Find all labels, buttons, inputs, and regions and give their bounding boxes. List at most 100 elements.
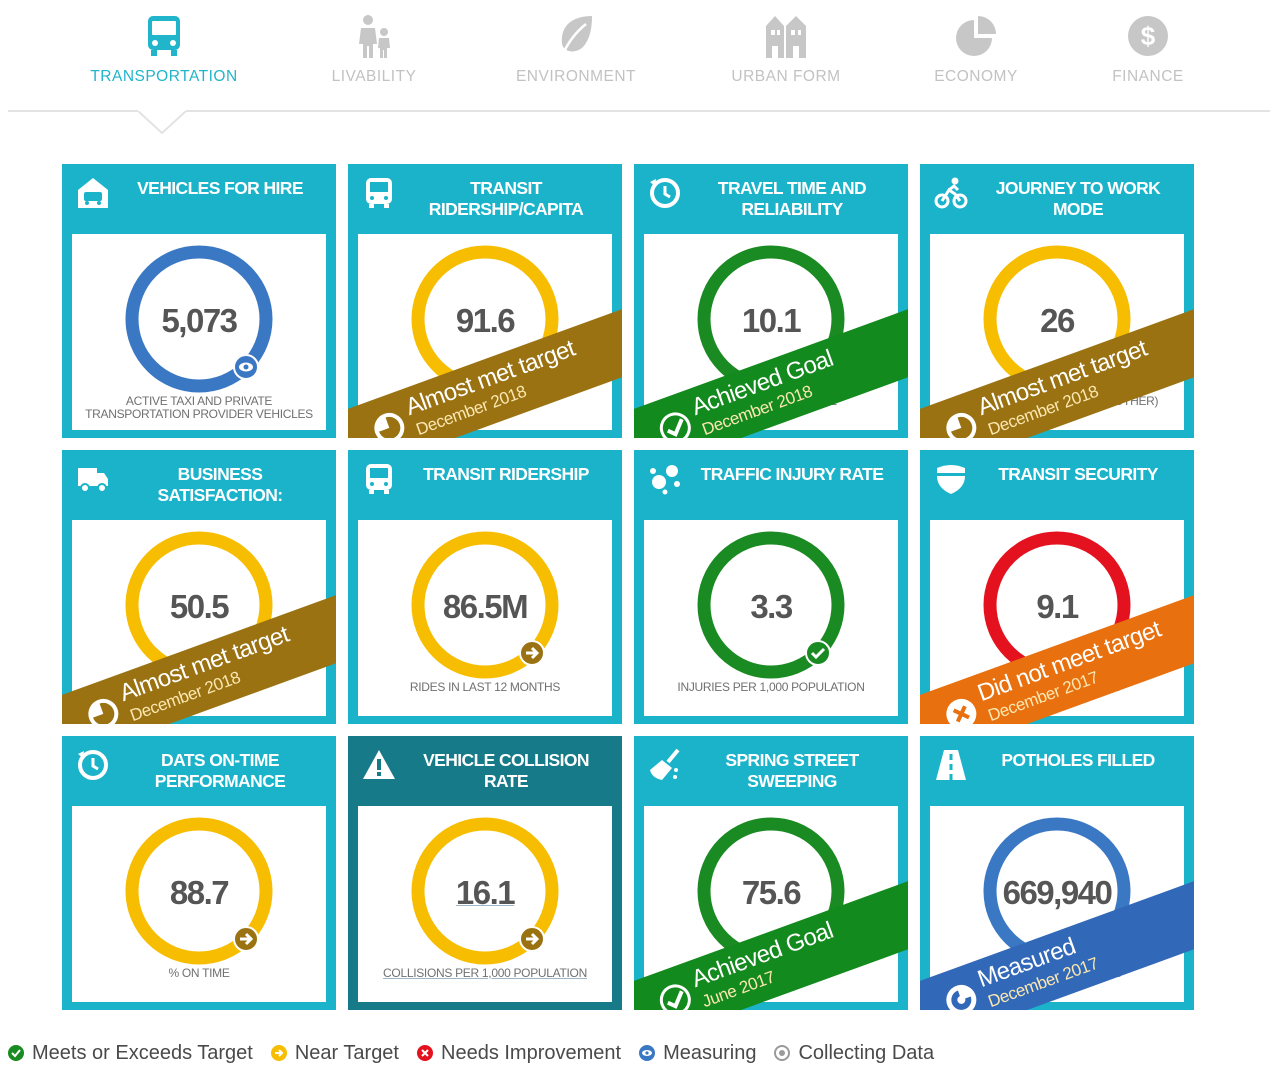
measuring-eye-icon — [233, 354, 259, 380]
meets-target-check-icon — [805, 640, 831, 666]
near-target-icon — [88, 698, 119, 724]
check-circle-icon — [659, 984, 691, 1010]
nav-divider — [8, 110, 1270, 112]
legend-item-needs-improvement: Needs Improvement — [417, 1042, 621, 1065]
kpi-card-vehicle-collision[interactable]: VEHICLE COLLISION RATE 16.1 COLLISIONS P… — [348, 736, 622, 1010]
leaf-icon — [560, 16, 592, 57]
clock-icon — [78, 750, 108, 780]
tab-urban-form[interactable]: URBAN FORM — [686, 12, 886, 86]
taxi-icon — [78, 178, 108, 208]
tab-transportation[interactable]: TRANSPORTATION — [64, 12, 264, 86]
kpi-caption: INJURIES PER 1,000 POPULATION — [677, 680, 865, 694]
card-title: VEHICLES FOR HIRE — [137, 178, 303, 198]
card-header: TRAFFIC INJURY RATE — [634, 450, 908, 520]
kpi-value-link[interactable]: 16.1 — [358, 874, 612, 912]
shield-icon — [937, 465, 965, 494]
bus-icon — [148, 16, 180, 56]
tab-label: URBAN FORM — [731, 68, 841, 85]
road-icon — [936, 750, 966, 780]
family-icon — [359, 15, 390, 58]
tab-label: LIVABILITY — [331, 68, 417, 85]
tab-economy[interactable]: ECONOMY — [876, 12, 1076, 86]
card-title: TRAVEL TIME AND RELIABILITY — [717, 178, 867, 219]
bus-icon — [366, 464, 392, 494]
card-header: BUSINESS SATISFACTION: — [62, 450, 336, 520]
near-target-arrow-icon — [519, 640, 545, 666]
dollar-icon: $ — [1128, 16, 1168, 56]
arrow-circle-icon — [270, 1045, 287, 1061]
card-body: 16.1 COLLISIONS PER 1,000 POPULATION — [358, 806, 612, 1002]
card-title: TRANSIT RIDERSHIP/CAPITA — [428, 178, 584, 219]
card-body: 5,073 ACTIVE TAXI AND PRIVATE TRANSPORTA… — [72, 234, 326, 430]
tab-livability[interactable]: LIVABILITY — [274, 12, 474, 86]
card-header: TRAVEL TIME AND RELIABILITY — [634, 164, 908, 234]
card-title: BUSINESS SATISFACTION: — [157, 464, 283, 505]
card-title: TRAFFIC INJURY RATE — [700, 464, 884, 484]
tab-label: ECONOMY — [934, 68, 1018, 85]
card-header: TRANSIT SECURITY — [920, 450, 1194, 520]
kpi-card-business-satisfaction[interactable]: BUSINESS SATISFACTION: 50.5 % SATISFIED … — [62, 450, 336, 724]
status-legend: Meets or Exceeds Target Near Target Need… — [8, 1040, 952, 1066]
clock-icon — [650, 178, 680, 208]
category-nav: TRANSPORTATION LIVABILITY ENVIRONMENT UR… — [0, 0, 1270, 134]
legend-label: Collecting Data — [798, 1041, 935, 1064]
pie-chart-icon — [956, 16, 996, 56]
card-header: VEHICLES FOR HIRE — [62, 164, 336, 234]
card-title: SPRING STREET SWEEPING — [725, 750, 859, 791]
card-body: 88.7 % ON TIME — [72, 806, 326, 1002]
kpi-caption: ACTIVE TAXI AND PRIVATE TRANSPORTATION P… — [85, 394, 313, 421]
svg-text:$: $ — [1141, 21, 1156, 51]
kpi-value: 86.5M — [442, 588, 529, 625]
card-header: JOURNEY TO WORK MODE — [920, 164, 1194, 234]
kpi-caption: RIDES IN LAST 12 MONTHS — [409, 680, 561, 694]
card-title: DATS ON-TIME PERFORMANCE — [154, 750, 286, 791]
card-body: 3.3 INJURIES PER 1,000 POPULATION — [644, 520, 898, 716]
near-target-arrow-icon — [519, 926, 545, 952]
legend-item-meets: Meets or Exceeds Target — [8, 1042, 253, 1065]
active-tab-caret — [138, 110, 186, 134]
card-title: TRANSIT RIDERSHIP — [423, 464, 589, 484]
kpi-card-transit-ridership-capita[interactable]: TRANSIT RIDERSHIP/CAPITA 91.6 RIDES PER … — [348, 164, 622, 438]
legend-item-collecting: Collecting Data — [774, 1042, 934, 1065]
kpi-card-street-sweeping[interactable]: SPRING STREET SWEEPING 75.6 % COMPLETE A… — [634, 736, 908, 1010]
measuring-icon — [946, 984, 977, 1010]
kpi-card-journey-to-work[interactable]: JOURNEY TO WORK MODE 26 % WALK, BIKE, TR… — [920, 164, 1194, 438]
eye-circle-icon — [639, 1045, 656, 1061]
kpi-card-dats-on-time[interactable]: DATS ON-TIME PERFORMANCE 88.7 % ON TIME — [62, 736, 336, 1010]
tab-label: FINANCE — [1112, 68, 1184, 85]
legend-label: Measuring — [663, 1041, 757, 1064]
card-header: TRANSIT RIDERSHIP/CAPITA — [348, 164, 622, 234]
kpi-caption: % ON TIME — [168, 966, 230, 980]
tab-finance[interactable]: $ FINANCE — [1048, 12, 1248, 86]
tab-environment[interactable]: ENVIRONMENT — [476, 12, 676, 86]
card-title: VEHICLE COLLISION RATE — [423, 750, 589, 791]
near-target-arrow-icon — [233, 926, 259, 952]
kpi-caption-link[interactable]: COLLISIONS PER 1,000 POPULATION — [368, 967, 602, 980]
broom-icon — [650, 748, 680, 780]
legend-label: Meets or Exceeds Target — [32, 1041, 253, 1064]
card-title: TRANSIT SECURITY — [998, 464, 1158, 484]
card-header: SPRING STREET SWEEPING — [634, 736, 908, 806]
kpi-card-vehicles-for-hire[interactable]: VEHICLES FOR HIRE 5,073 ACTIVE TAXI AND … — [62, 164, 336, 438]
kpi-card-transit-security[interactable]: TRANSIT SECURITY 9.1 PER 1,000 BOARDINGS… — [920, 450, 1194, 724]
kpi-card-travel-time[interactable]: TRAVEL TIME AND RELIABILITY 10.1 AVERAGE… — [634, 164, 908, 438]
card-header: POTHOLES FILLED — [920, 736, 1194, 806]
check-circle-icon — [8, 1045, 24, 1061]
legend-label: Near Target — [294, 1041, 399, 1064]
near-target-icon — [374, 412, 405, 438]
kpi-card-potholes-filled[interactable]: POTHOLES FILLED 669,940 POTHOLES FILLED … — [920, 736, 1194, 1010]
card-title: JOURNEY TO WORK MODE — [995, 178, 1161, 219]
x-circle-icon — [946, 698, 977, 724]
buildings-icon — [766, 16, 806, 58]
warning-icon — [363, 750, 395, 779]
tab-label: ENVIRONMENT — [515, 68, 637, 85]
kpi-card-transit-ridership[interactable]: TRANSIT RIDERSHIP 86.5M RIDES IN LAST 12… — [348, 450, 622, 724]
crash-icon — [650, 465, 680, 495]
card-header: DATS ON-TIME PERFORMANCE — [62, 736, 336, 806]
tab-label: TRANSPORTATION — [90, 68, 238, 85]
cyclist-icon — [934, 177, 968, 209]
kpi-card-traffic-injury[interactable]: TRAFFIC INJURY RATE 3.3 INJURIES PER 1,0… — [634, 450, 908, 724]
kpi-value: 5,073 — [161, 302, 238, 339]
card-body: 86.5M RIDES IN LAST 12 MONTHS — [358, 520, 612, 716]
kpi-value: 3.3 — [750, 588, 793, 625]
